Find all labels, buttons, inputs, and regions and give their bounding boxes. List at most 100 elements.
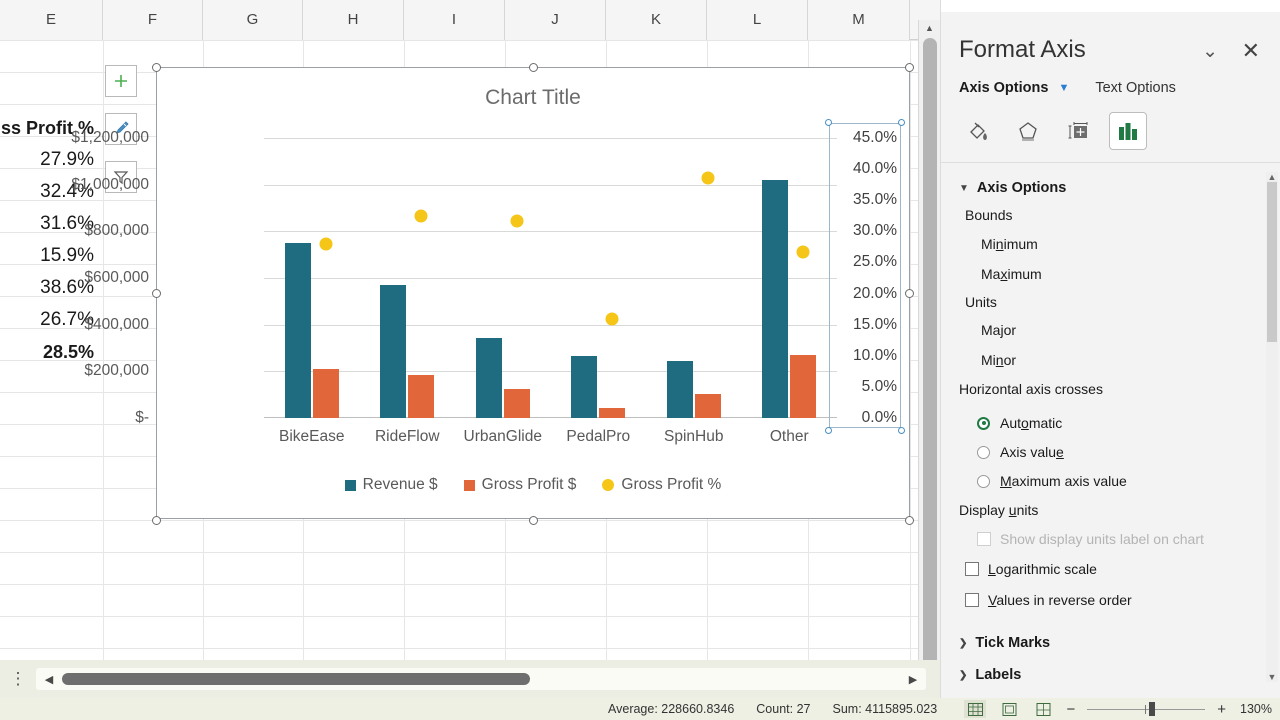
column-header-K[interactable]: K [606, 0, 707, 40]
fill-and-line-icon[interactable] [959, 112, 997, 150]
radio-maximum-axis-value-label: Maximum axis value [1000, 473, 1127, 489]
scroll-right-arrow-icon[interactable]: ▶ [900, 673, 926, 686]
column-header-L[interactable]: L [707, 0, 808, 40]
horizontal-scroll-track[interactable]: ◀ ▶ [36, 668, 926, 690]
axis-options-icon[interactable] [1109, 112, 1147, 150]
scroll-left-arrow-icon[interactable]: ◀ [36, 673, 62, 686]
cell-e-value-4[interactable]: 15.9% [0, 240, 100, 272]
axis-handle-tr[interactable] [898, 119, 905, 126]
bar-revenue-SpinHub[interactable] [666, 360, 693, 418]
normal-view-icon[interactable] [964, 700, 987, 718]
panel-scrollbar[interactable]: ▲ ▼ [1266, 172, 1278, 682]
gridline [264, 184, 837, 186]
status-right-controls: − + 130% [964, 700, 1272, 718]
bar-revenue-PedalPro[interactable] [571, 356, 598, 418]
vertical-scroll-thumb[interactable] [923, 38, 937, 686]
logarithmic-scale-checkbox[interactable] [965, 562, 979, 576]
column-header-E[interactable]: E [0, 0, 103, 40]
plot-area[interactable]: $- $200,000 $400,000 $600,000 $800,000 $1,000… [71, 129, 837, 445]
axis-handle-br[interactable] [898, 427, 905, 434]
panel-tabs: Axis Options ▼ Text Options [959, 80, 1176, 96]
scatter-point-Other[interactable] [796, 245, 810, 259]
chevron-down-icon[interactable]: ⌄ [1202, 40, 1218, 63]
bar-revenue-BikeEase[interactable] [284, 243, 311, 418]
bar-gross-profit-SpinHub[interactable] [694, 393, 721, 418]
radio-automatic[interactable]: Automatic [977, 415, 1062, 431]
zoom-level-label[interactable]: 130% [1238, 702, 1272, 716]
column-header-H[interactable]: H [303, 0, 404, 40]
scroll-up-arrow-icon[interactable]: ▲ [925, 23, 934, 33]
bar-revenue-UrbanGlide[interactable] [475, 337, 502, 418]
scatter-point-SpinHub[interactable] [701, 171, 715, 185]
horizontal-scroll-thumb[interactable] [62, 673, 530, 685]
chart-legend[interactable]: Revenue $ Gross Profit $ Gross Profit % [157, 476, 909, 494]
scatter-point-BikeEase[interactable] [319, 237, 333, 251]
effects-icon[interactable] [1009, 112, 1047, 150]
legend-item-1[interactable]: Gross Profit $ [463, 476, 576, 494]
chart-handle-tr[interactable] [905, 63, 914, 72]
legend-item-0[interactable]: Revenue $ [344, 476, 438, 494]
bar-gross-profit-Other[interactable] [790, 355, 817, 418]
bar-revenue-RideFlow[interactable] [380, 285, 407, 418]
bar-gross-profit-RideFlow[interactable] [408, 374, 435, 418]
units-label: Units [965, 294, 997, 310]
scatter-point-UrbanGlide[interactable] [510, 214, 524, 228]
bar-revenue-Other[interactable] [762, 180, 789, 418]
grid-col-line [910, 40, 911, 660]
page-layout-view-icon[interactable] [998, 700, 1020, 718]
column-header-F[interactable]: F [103, 0, 203, 40]
zoom-in-button[interactable]: + [1217, 701, 1226, 718]
radio-axis-value[interactable]: Axis value [977, 444, 1064, 460]
section-axis-options[interactable]: ▼ Axis Options [959, 180, 1066, 196]
bar-gross-profit-UrbanGlide[interactable] [503, 388, 530, 418]
panel-scroll-down-icon[interactable]: ▼ [1266, 672, 1278, 682]
bar-gross-profit-BikeEase[interactable] [312, 369, 339, 418]
column-header-M[interactable]: M [808, 0, 910, 40]
vertical-scrollbar[interactable]: ▲ [918, 20, 940, 686]
tab-text-options[interactable]: Text Options [1095, 80, 1176, 96]
zoom-slider[interactable] [1087, 702, 1206, 716]
tab-axis-options[interactable]: Axis Options [959, 80, 1048, 96]
scatter-point-PedalPro[interactable] [605, 312, 619, 326]
chart-handle-ml[interactable] [152, 289, 161, 298]
chart-handle-bl[interactable] [152, 516, 161, 525]
tab-chevron-down-icon[interactable]: ▼ [1058, 82, 1069, 94]
status-bar: Average: 228660.8346 Count: 27 Sum: 4115… [0, 698, 1280, 720]
axis-handle-tl[interactable] [825, 119, 832, 126]
logarithmic-scale-row[interactable]: Logarithmic scale [965, 561, 1097, 577]
column-header-G[interactable]: G [203, 0, 303, 40]
cell-e-value-1[interactable]: 27.9% [0, 144, 100, 176]
chart-title[interactable]: Chart Title [157, 86, 909, 110]
section-tick-marks[interactable]: ❯ Tick Marks [959, 635, 1050, 651]
panel-icon-row [959, 112, 1147, 150]
zoom-out-button[interactable]: − [1066, 701, 1075, 718]
column-header-I[interactable]: I [404, 0, 505, 40]
chart-handle-mr[interactable] [905, 289, 914, 298]
panel-scroll-thumb[interactable] [1267, 182, 1277, 342]
y-axis-tick-2: $400,000 [84, 315, 149, 333]
horizontal-scrollbar-row[interactable]: ⋮ ◀ ▶ [0, 660, 940, 698]
column-header-J[interactable]: J [505, 0, 606, 40]
category-label-BikeEase: BikeEase [279, 428, 345, 445]
page-break-preview-icon[interactable] [1032, 700, 1054, 718]
panel-scroll-up-icon[interactable]: ▲ [1266, 172, 1278, 182]
bar-gross-profit-PedalPro[interactable] [599, 408, 626, 418]
y-axis-tick-4: $800,000 [84, 222, 149, 240]
chart-elements-plus-icon[interactable] [105, 65, 137, 97]
zoom-slider-thumb[interactable] [1149, 702, 1156, 716]
chart-handle-tl[interactable] [152, 63, 161, 72]
chart-handle-br[interactable] [905, 516, 914, 525]
values-in-reverse-order-row[interactable]: Values in reverse order [965, 592, 1132, 608]
chart-object[interactable]: Chart Title $- $200,000 $400,000 $600,000 $8… [71, 63, 914, 525]
chart-handle-bc[interactable] [529, 516, 538, 525]
split-handle-dots-icon[interactable]: ⋮ [0, 669, 36, 689]
radio-maximum-axis-value[interactable]: Maximum axis value [977, 473, 1127, 489]
section-labels[interactable]: ❯ Labels [959, 667, 1021, 683]
chart-handle-tc[interactable] [529, 63, 538, 72]
axis-handle-bl[interactable] [825, 427, 832, 434]
scatter-point-RideFlow[interactable] [414, 209, 428, 223]
close-icon[interactable]: ✕ [1242, 38, 1260, 64]
legend-item-2[interactable]: Gross Profit % [602, 476, 721, 494]
size-and-properties-icon[interactable] [1059, 112, 1097, 150]
values-in-reverse-order-checkbox[interactable] [965, 593, 979, 607]
